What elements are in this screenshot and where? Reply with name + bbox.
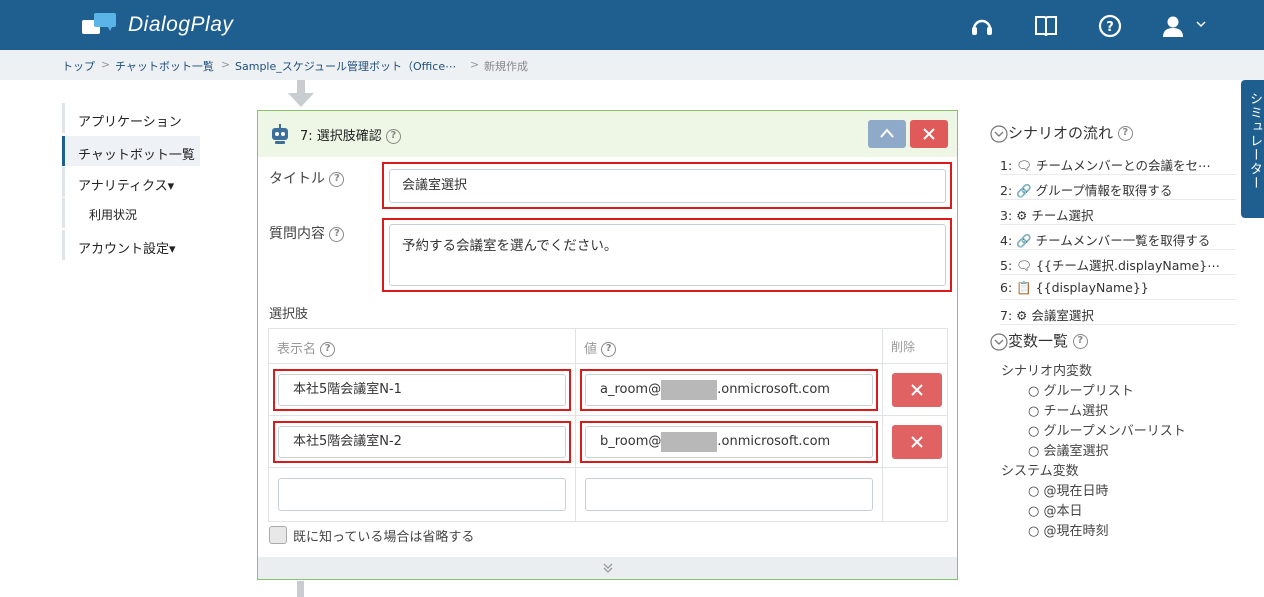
help-icon[interactable]: ? [601,342,617,357]
column-header-value-text: 値 [584,342,598,357]
scenario-variables-label: シナリオ内変数 [1001,364,1093,379]
column-header-display-text: 表示名 [277,342,317,357]
breadcrumb-separator: > [221,58,231,71]
caret-down-icon[interactable] [1196,20,1206,28]
variable-item: ○ グループメンバーリスト [1028,424,1186,439]
variable-item: ○ 会議室選択 [1028,444,1109,459]
variable-name: チーム選択 [1043,404,1109,419]
chat-bubbles-icon [82,13,116,34]
help-icon[interactable]: ? [1097,13,1123,39]
variable-name: 会議室選択 [1043,444,1109,459]
simulator-tab[interactable]: シミュレーター [1241,80,1264,218]
chevron-down-circle-icon [990,124,1008,143]
delete-row-button[interactable] [892,425,942,459]
variables-heading-text: 変数一覧 [1008,332,1069,350]
expand-footer[interactable] [258,557,957,579]
variable-item: ○ @本日 [1028,504,1083,519]
variable-item: ○ チーム選択 [1028,404,1109,419]
highlight-box [580,369,878,411]
step-title: 7: 選択肢確認 ? [300,125,401,144]
variables-heading[interactable]: 変数一覧 ? [990,330,1088,351]
title-label-text: タイトル [269,171,325,187]
breadcrumb-chatbot-list[interactable]: チャットボット一覧 [115,58,214,74]
logo[interactable]: DialogPlay [82,10,233,40]
chevron-up-icon [880,128,894,138]
close-icon [911,436,923,448]
sidebar-item-usage[interactable]: 利用状況 [62,198,202,228]
column-header-value: 値 ? [576,329,883,364]
breadcrumb-separator: > [470,58,480,71]
user-icon[interactable] [1160,13,1186,39]
help-icon[interactable]: ? [385,129,401,144]
skip-checkbox-label[interactable]: 既に知っている場合は省略する [293,526,474,545]
scenario-item[interactable]: 3: ⚙ チーム選択 [1000,200,1236,225]
breadcrumb-top[interactable]: トップ [62,58,95,74]
close-icon [923,128,935,140]
step-panel-header: 7: 選択肢確認 ? [258,111,957,157]
variable-item: ○ @現在時刻 [1028,524,1109,539]
flow-connector [297,581,304,597]
highlight-box [382,162,952,209]
scenario-item[interactable]: 5: 🗨 {{チーム選択.displayName}⋯ [1000,250,1236,275]
scenario-item[interactable]: 1: 🗨 チームメンバーとの会議をセ⋯ [1000,150,1236,175]
scenario-heading[interactable]: シナリオの流れ ? [990,122,1133,143]
new-choice-display-input[interactable] [278,478,566,511]
skip-checkbox[interactable] [269,526,287,544]
app-name: DialogPlay [128,13,234,36]
question-label: 質問内容 ? [269,223,345,243]
variable-item: ○ @現在日時 [1028,484,1109,499]
sidebar-item-analytics[interactable]: アナリティクス▾ [62,167,202,197]
scenario-item[interactable]: 2: 🔗 グループ情報を取得する [1000,175,1236,200]
highlight-box [382,218,952,292]
step-panel: 7: 選択肢確認 ? タイトル ? 会議室選択 質問内容 ? 予約する会議室を選… [257,110,958,580]
choices-table: 表示名 ? 値 ? 削除 本社5階会議室N-1 a_room@ .onmicros… [268,328,948,522]
help-icon[interactable]: ? [1117,126,1133,141]
variable-item: ○ グループリスト [1028,384,1134,399]
breadcrumb-separator: > [101,58,111,71]
sidebar-item-chatbot-list[interactable]: チャットボット一覧 [62,136,200,166]
highlight-box [273,421,571,463]
variable-name: グループメンバーリスト [1043,424,1186,439]
scenario-item[interactable]: 6: 📋 {{displayName}} [1000,275,1236,300]
column-header-display: 表示名 ? [269,329,576,364]
highlight-box [273,369,571,411]
flow-arrow-icon [288,80,314,107]
robot-icon [272,124,288,144]
delete-row-button[interactable] [892,373,942,407]
variable-name: @現在時刻 [1043,524,1109,539]
chevron-down-circle-icon [990,332,1008,351]
collapse-button[interactable] [868,120,906,148]
book-icon[interactable] [1033,13,1059,39]
question-label-text: 質問内容 [269,226,325,242]
scenario-item[interactable]: 7: ⚙ 会議室選択 [1000,300,1236,325]
variable-name: @本日 [1043,504,1083,519]
highlight-box [580,421,878,463]
column-header-delete: 削除 [883,329,948,364]
breadcrumb-bot[interactable]: Sample_スケジュール管理ボット（Office⋯ [235,58,456,74]
sidebar-item-applications[interactable]: アプリケーション [62,103,202,133]
scenario-heading-text: シナリオの流れ [1008,124,1114,142]
title-label: タイトル ? [269,168,345,188]
help-icon[interactable]: ? [329,171,345,187]
close-icon [911,384,923,396]
help-icon[interactable]: ? [329,226,345,242]
headset-icon[interactable] [969,13,995,39]
step-title-text: 7: 選択肢確認 [300,129,382,144]
double-chevron-down-icon [603,563,613,573]
help-icon[interactable]: ? [1072,334,1088,349]
top-header: DialogPlay ? [0,0,1264,50]
variable-name: @現在日時 [1043,484,1109,499]
delete-step-button[interactable] [910,120,948,148]
system-variables-label: システム変数 [1001,464,1079,479]
breadcrumb: トップ > チャットボット一覧 > Sample_スケジュール管理ボット（Off… [0,50,1264,80]
sidebar-item-account-settings[interactable]: アカウント設定▾ [62,230,202,260]
choices-label: 選択肢 [269,307,309,322]
scenario-item[interactable]: 4: 🔗 チームメンバー一覧を取得する [1000,225,1236,250]
breadcrumb-current: 新規作成 [484,60,528,73]
help-icon[interactable]: ? [320,342,336,357]
svg-text:?: ? [1106,20,1114,35]
new-choice-value-input[interactable] [585,478,873,511]
variable-name: グループリスト [1043,384,1134,399]
